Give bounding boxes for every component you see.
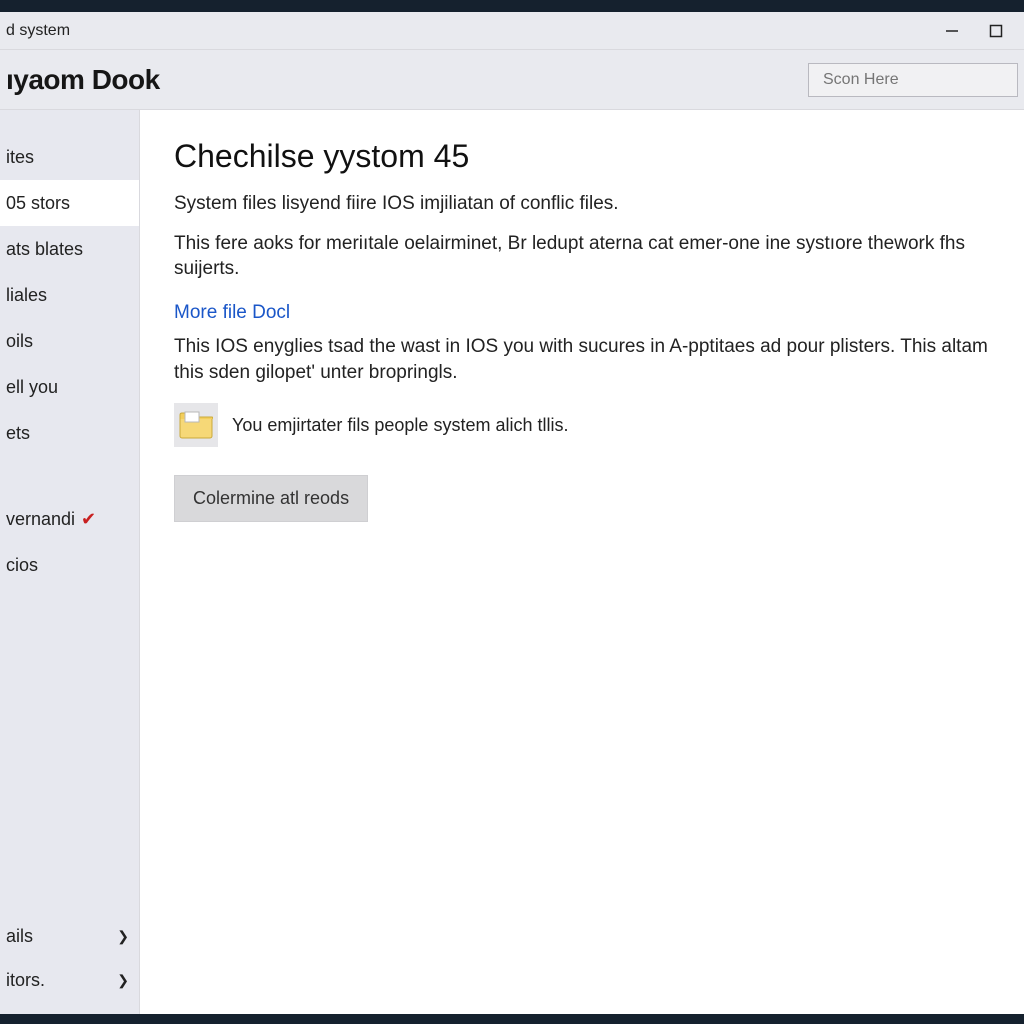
sidebar-item[interactable]: oils bbox=[0, 318, 139, 364]
sidebar-item[interactable]: ats blates bbox=[0, 226, 139, 272]
sidebar-item-label: ites bbox=[6, 147, 34, 168]
sidebar-item[interactable]: ell you bbox=[0, 364, 139, 410]
window-minimize-button[interactable] bbox=[930, 16, 974, 46]
sidebar-item-label: itors. bbox=[6, 970, 45, 991]
sidebar-item-label: liales bbox=[6, 285, 47, 306]
sidebar-item-label: ell you bbox=[6, 377, 58, 398]
sidebar-item-label: 05 stors bbox=[6, 193, 70, 214]
folder-icon bbox=[174, 403, 218, 447]
sidebar-item[interactable]: ets bbox=[0, 410, 139, 456]
sidebar-item[interactable]: cios bbox=[0, 542, 139, 588]
sidebar-item[interactable]: liales bbox=[0, 272, 139, 318]
sidebar-item-label: ails bbox=[6, 926, 33, 947]
search-input[interactable] bbox=[823, 71, 1024, 89]
page-title: Chechilse yystom 45 bbox=[174, 138, 1014, 175]
paragraph-3: This IOS enyglies tsad the wast in IOS y… bbox=[174, 334, 1014, 385]
intro-paragraph-2: This fere aoks for meriıtale oelairminet… bbox=[174, 231, 1014, 282]
sidebar-item[interactable]: 05 stors bbox=[0, 180, 139, 226]
sidebar-item-label: vernandi bbox=[6, 509, 75, 530]
note-text: You emjirtater fils people system alich … bbox=[232, 415, 568, 436]
app-header: ıyaom Dook bbox=[0, 50, 1024, 110]
sidebar-item-label: ets bbox=[6, 423, 30, 444]
check-icon: ✔ bbox=[81, 509, 96, 530]
chevron-right-icon: ❯ bbox=[117, 972, 129, 989]
note-row: You emjirtater fils people system alich … bbox=[174, 403, 1014, 447]
app-brand: ıyaom Dook bbox=[6, 64, 160, 96]
sidebar-bottom-item[interactable]: itors. ❯ bbox=[0, 958, 139, 1002]
intro-paragraph-1: System files lisyend fiire IOS imjiliata… bbox=[174, 191, 1014, 217]
chevron-right-icon: ❯ bbox=[117, 928, 129, 945]
chrome-bottom-strip bbox=[0, 1014, 1024, 1024]
sidebar-item-label: ats blates bbox=[6, 239, 83, 260]
chrome-top-strip bbox=[0, 0, 1024, 12]
more-docs-link[interactable]: More file Docl bbox=[174, 302, 290, 324]
minimize-icon bbox=[945, 24, 959, 38]
sidebar: ites 05 stors ats blates liales oils ell… bbox=[0, 110, 140, 1024]
window-title: d system bbox=[6, 22, 70, 40]
sidebar-item[interactable]: vernandi ✔ bbox=[0, 496, 139, 542]
maximize-icon bbox=[989, 24, 1003, 38]
sidebar-bottom-item[interactable]: ails ❯ bbox=[0, 914, 139, 958]
window-maximize-button[interactable] bbox=[974, 16, 1018, 46]
sidebar-item[interactable]: ites bbox=[0, 134, 139, 180]
main-content: Chechilse yystom 45 System files lisyend… bbox=[140, 110, 1024, 1024]
primary-action-button[interactable]: Colermine atl reods bbox=[174, 475, 368, 522]
sidebar-item-label: oils bbox=[6, 331, 33, 352]
window-titlebar: d system bbox=[0, 12, 1024, 50]
search-box[interactable] bbox=[808, 63, 1018, 97]
sidebar-item-label: cios bbox=[6, 555, 38, 576]
